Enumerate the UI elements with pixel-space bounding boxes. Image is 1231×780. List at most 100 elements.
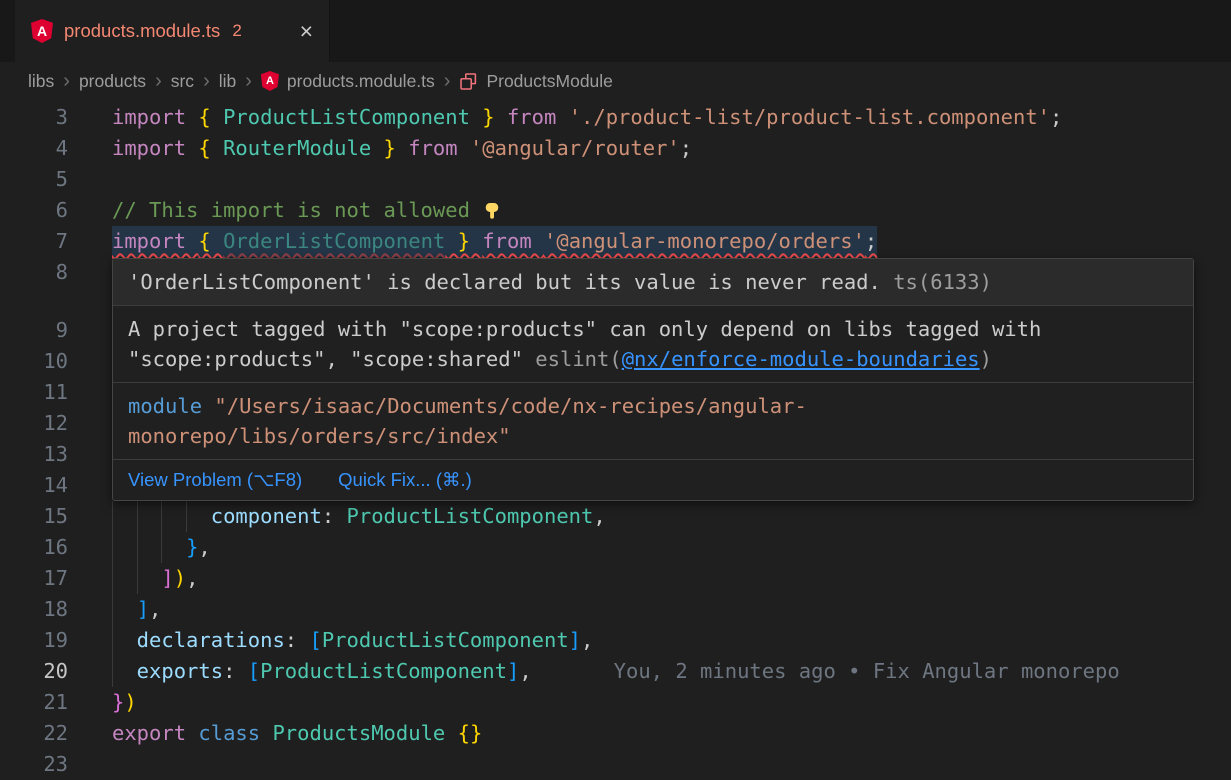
angular-file-icon: A: [31, 19, 53, 43]
code-token: [396, 136, 408, 160]
line-number-18[interactable]: 18: [0, 594, 68, 625]
breadcrumb-label: products.module.ts: [287, 71, 435, 92]
line-number-10[interactable]: 10: [0, 346, 68, 377]
code-token: [495, 105, 507, 129]
code-token: }: [112, 690, 124, 714]
line-content: exports: [ProductListComponent],You, 2 m…: [112, 656, 1120, 687]
line-number-6[interactable]: 6: [0, 195, 68, 226]
tab-products-module-ts[interactable]: A products.module.ts 2 ×: [15, 0, 330, 62]
code-token: [: [309, 628, 321, 652]
code-line-6[interactable]: 6// This import is not allowed: [0, 195, 1231, 226]
indent-guide: [161, 532, 162, 563]
code-token: A project tagged with "scope:products" c…: [128, 317, 1041, 341]
line-number-19[interactable]: 19: [0, 625, 68, 656]
hover-row-ts-diagnostic: 'OrderListComponent' is declared but its…: [113, 259, 1193, 306]
breadcrumb-separator-icon: ›: [155, 71, 162, 91]
code-token: ): [980, 347, 992, 371]
code-token: :: [223, 659, 248, 683]
tab-close-icon[interactable]: ×: [300, 20, 313, 43]
hover-widget: 'OrderListComponent' is declared but its…: [112, 258, 1194, 501]
breadcrumb-separator-icon: ›: [245, 71, 252, 91]
hover-row-module-info: module "/Users/isaac/Documents/code/nx-r…: [113, 383, 1193, 460]
breadcrumb-item-src[interactable]: src: [171, 71, 194, 92]
line-content: },: [112, 532, 211, 563]
code-line-3[interactable]: 3 import { ProductListComponent } from '.…: [0, 102, 1231, 133]
line-number-11[interactable]: 11: [0, 377, 68, 408]
code-token: [112, 597, 137, 621]
line-number-3[interactable]: 3: [0, 102, 68, 133]
code-token: component: [112, 504, 322, 528]
line-number-20[interactable]: 20: [0, 656, 68, 687]
line-content: export class ProductsModule {}: [112, 718, 482, 749]
line-number-17[interactable]: 17: [0, 563, 68, 594]
code-line-20[interactable]: 20 exports: [ProductListComponent],You, …: [0, 656, 1231, 687]
code-token: exports: [112, 659, 223, 683]
line-number-22[interactable]: 22: [0, 718, 68, 749]
code-token: eslint(: [535, 347, 621, 371]
git-blame-annotation: You, 2 minutes ago • Fix Angular monorep…: [614, 659, 1120, 683]
indent-guide: [137, 501, 138, 532]
code-line-18[interactable]: 18 ],: [0, 594, 1231, 625]
code-line-16[interactable]: 16 },: [0, 532, 1231, 563]
code-token: './product-list/product-list.component': [569, 105, 1050, 129]
tab-label: products.module.ts: [64, 20, 220, 42]
code-token: [112, 535, 186, 559]
hover-text-line: "scope:products", "scope:shared" eslint(…: [128, 344, 1178, 374]
code-line-17[interactable]: 17 ]),: [0, 563, 1231, 594]
code-token: ]: [569, 628, 581, 652]
code-line-5[interactable]: 5: [0, 164, 1231, 195]
code-line-19[interactable]: 19 declarations: [ProductListComponent],: [0, 625, 1231, 656]
breadcrumb-label: lib: [219, 71, 237, 92]
line-number-14[interactable]: 14: [0, 470, 68, 501]
code-token: export: [112, 721, 186, 745]
code-line-4[interactable]: 4import { RouterModule } from '@angular/…: [0, 133, 1231, 164]
hover-text-line: A project tagged with "scope:products" c…: [128, 314, 1178, 344]
line-number-7[interactable]: 7: [0, 226, 68, 257]
code-token: import: [112, 105, 198, 129]
line-content: import { OrderListComponent } from '@ang…: [112, 226, 877, 257]
view-problem-action[interactable]: View Problem (⌥F8): [128, 465, 302, 495]
code-token: ProductListComponent: [347, 504, 594, 528]
indent-guide: [186, 501, 187, 532]
breadcrumb-item-lib[interactable]: lib: [219, 71, 237, 92]
code-token: ProductListComponent: [223, 105, 470, 129]
code-token: {: [198, 229, 223, 253]
breadcrumb-item-products.module.ts[interactable]: Aproducts.module.ts: [261, 71, 435, 92]
hover-row-eslint-diagnostic: A project tagged with "scope:products" c…: [113, 306, 1193, 383]
tab-bar: A products.module.ts 2 ×: [0, 0, 1231, 62]
breadcrumb-item-products[interactable]: products: [79, 71, 146, 92]
line-number-9[interactable]: 9: [0, 315, 68, 346]
code-line-7[interactable]: 7 import { OrderListComponent } from '@an…: [0, 226, 1231, 257]
code-line-22[interactable]: 22 export class ProductsModule {}: [0, 718, 1231, 749]
line-number-16[interactable]: 16: [0, 532, 68, 563]
code-token: "/Users/isaac/Documents/code/nx-recipes/…: [214, 394, 806, 418]
code-token: from: [507, 105, 569, 129]
line-number-4[interactable]: 4: [0, 133, 68, 164]
code-token: {: [198, 136, 223, 160]
code-line-21[interactable]: 21}): [0, 687, 1231, 718]
code-token: ;: [865, 229, 877, 253]
tab-problems-badge: 2: [232, 21, 241, 41]
line-number-13[interactable]: 13: [0, 439, 68, 470]
breadcrumb-label: products: [79, 71, 146, 92]
line-number-8[interactable]: 8: [0, 257, 68, 288]
line-content: import { ProductListComponent } from './…: [112, 102, 1062, 133]
eslint-rule-link[interactable]: @nx/enforce-module-boundaries: [622, 347, 980, 371]
line-number-21[interactable]: 21: [0, 687, 68, 718]
breadcrumb-item-productsmodule[interactable]: ProductsModule: [459, 71, 612, 92]
code-token: {: [198, 105, 223, 129]
code-token: }: [186, 535, 198, 559]
line-number-23[interactable]: 23: [0, 749, 68, 780]
indent-guide: [137, 563, 138, 594]
code-line-15[interactable]: 15 component: ProductListComponent,: [0, 501, 1231, 532]
line-number-5[interactable]: 5: [0, 164, 68, 195]
indent-guide: [112, 532, 113, 563]
code-line-23[interactable]: 23: [0, 749, 1231, 780]
quick-fix-action[interactable]: Quick Fix... (⌘.): [338, 465, 472, 495]
line-content: ]),: [112, 563, 198, 594]
breadcrumb-label: ProductsModule: [486, 71, 612, 92]
breadcrumb-item-libs[interactable]: libs: [28, 71, 54, 92]
line-number-12[interactable]: 12: [0, 408, 68, 439]
breadcrumb-separator-icon: ›: [444, 71, 451, 91]
line-number-15[interactable]: 15: [0, 501, 68, 532]
